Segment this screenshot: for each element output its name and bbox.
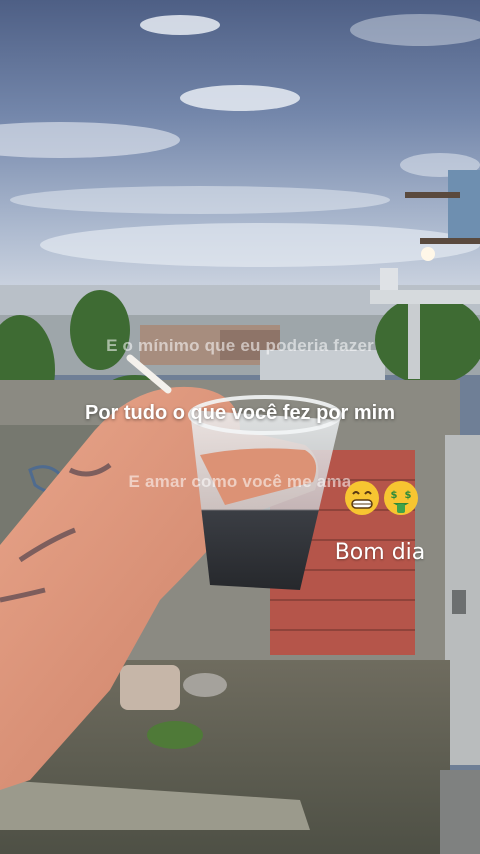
caption-line-3: E amar como você me ama — [128, 472, 352, 491]
caption-line-1: E o mínimo que eu poderia fazer — [106, 336, 374, 355]
svg-text:$: $ — [391, 490, 398, 501]
grinning-face-emoji — [345, 481, 379, 515]
money-mouth-face-emoji: $ $ — [384, 481, 418, 515]
caption-line-2: Por tudo o que você fez por mim — [84, 402, 396, 424]
svg-text:$: $ — [405, 490, 412, 501]
caption-bom-dia: Bom dia — [334, 540, 426, 565]
photo-background — [0, 0, 480, 854]
